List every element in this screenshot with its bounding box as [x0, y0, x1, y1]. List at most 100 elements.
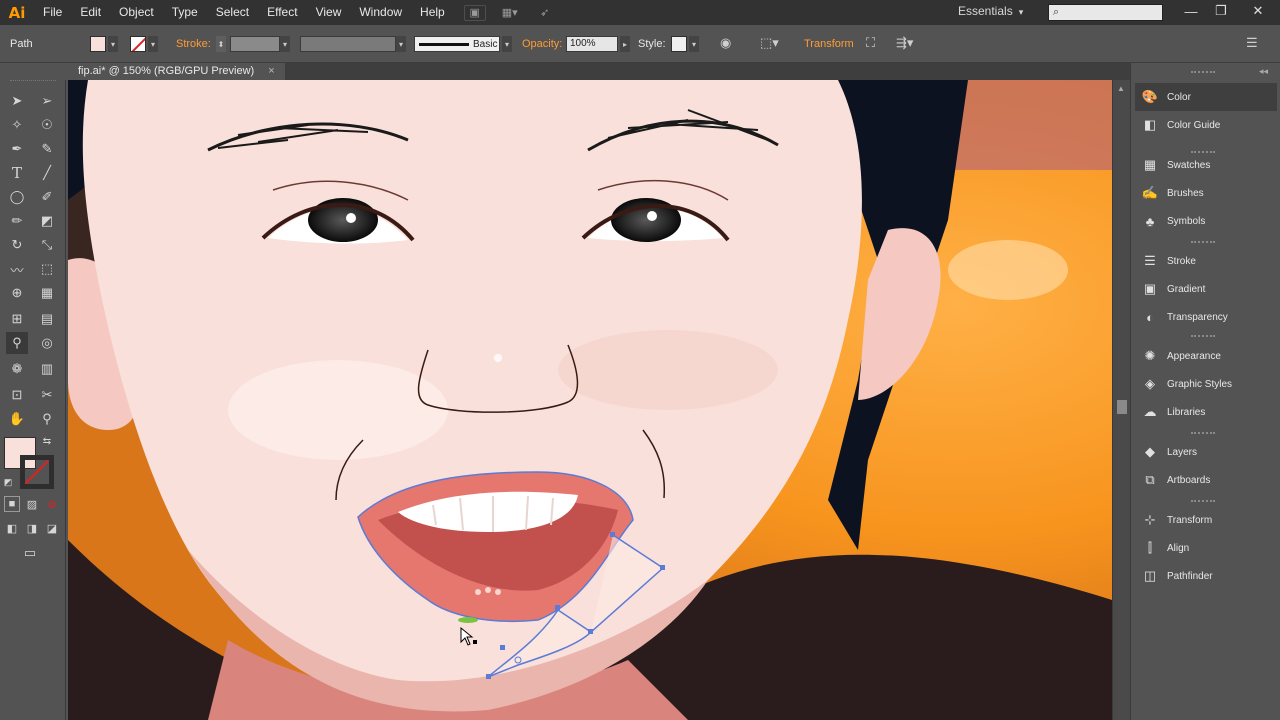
- type-tool-icon[interactable]: T: [6, 162, 28, 184]
- arrange-documents-icon[interactable]: ▦▾: [496, 5, 524, 21]
- transform-link[interactable]: Transform: [804, 38, 854, 50]
- toolbar-grip[interactable]: [10, 80, 56, 84]
- opacity-dropdown-icon[interactable]: ▸: [620, 36, 630, 52]
- brush-definition-field[interactable]: Basic: [414, 36, 500, 52]
- none-mode-icon[interactable]: ⊘: [44, 496, 60, 512]
- collapse-panels-icon[interactable]: ◂◂: [1259, 66, 1268, 77]
- eraser-tool-icon[interactable]: ◩: [36, 210, 58, 232]
- slice-tool-icon[interactable]: ✂: [36, 384, 58, 406]
- anchor-point-1[interactable]: [610, 532, 615, 537]
- artboard-tool-icon[interactable]: ⊡: [6, 384, 28, 406]
- lasso-tool-icon[interactable]: ☉: [36, 114, 58, 136]
- opacity-label[interactable]: Opacity:: [522, 38, 562, 50]
- panel-appearance[interactable]: ✺ Appearance: [1135, 342, 1277, 370]
- graphic-style-swatch[interactable]: [671, 36, 687, 52]
- variable-width-profile[interactable]: [300, 36, 396, 52]
- style-dropdown-icon[interactable]: ▾: [689, 36, 699, 52]
- warp-tool-icon[interactable]: 〰: [6, 258, 28, 280]
- close-button[interactable]: ✕: [1240, 0, 1276, 22]
- control-panel-menu-icon[interactable]: ☰: [1246, 35, 1258, 51]
- swap-fill-stroke-icon[interactable]: ⇆: [40, 434, 54, 448]
- menu-view[interactable]: View: [307, 0, 351, 25]
- stroke-color-swatch[interactable]: [130, 36, 146, 52]
- portrait-artwork[interactable]: [68, 80, 1112, 720]
- menu-edit[interactable]: Edit: [71, 0, 110, 25]
- panel-swatches[interactable]: ▦ Swatches: [1135, 151, 1277, 179]
- mesh-tool-icon[interactable]: ⊞: [6, 308, 28, 330]
- isolate-object-icon[interactable]: ⛶: [866, 35, 875, 51]
- panel-grip[interactable]: [1191, 241, 1215, 244]
- stroke-weight-dropdown-icon[interactable]: ▾: [280, 36, 290, 52]
- anchor-point-6[interactable]: [486, 674, 491, 679]
- maximize-button[interactable]: ❐: [1206, 0, 1236, 22]
- shape-builder-tool-icon[interactable]: ⊕: [6, 282, 28, 304]
- screen-mode-icon[interactable]: ▭: [18, 544, 42, 562]
- gradient-mode-icon[interactable]: ▨: [24, 496, 40, 512]
- zoom-tool-icon[interactable]: ⚲: [36, 408, 58, 430]
- menu-object[interactable]: Object: [110, 0, 163, 25]
- rotate-tool-icon[interactable]: ↻: [6, 234, 28, 256]
- panel-libraries[interactable]: ☁ Libraries: [1135, 398, 1277, 426]
- gradient-tool-icon[interactable]: ▤: [36, 308, 58, 330]
- line-tool-icon[interactable]: ╱: [36, 162, 58, 184]
- hand-tool-icon[interactable]: ✋: [6, 408, 28, 430]
- artboard-canvas[interactable]: [68, 80, 1112, 720]
- scale-tool-icon[interactable]: ⤡: [36, 234, 58, 256]
- panel-transform[interactable]: ⊹ Transform: [1135, 506, 1277, 534]
- minimize-button[interactable]: —: [1176, 0, 1206, 22]
- draw-normal-icon[interactable]: ◧: [4, 520, 20, 536]
- panel-gradient[interactable]: ▣ Gradient: [1135, 275, 1277, 303]
- selection-tool-icon[interactable]: ➤: [6, 90, 28, 112]
- anchor-point-3[interactable]: [588, 629, 593, 634]
- pencil-tool-icon[interactable]: ✏: [6, 210, 28, 232]
- draw-inside-icon[interactable]: ◪: [44, 520, 60, 536]
- panel-stroke[interactable]: ☰ Stroke: [1135, 247, 1277, 275]
- panel-align[interactable]: ⫿ Align: [1135, 534, 1277, 562]
- scroll-up-icon[interactable]: ▲: [1117, 84, 1125, 93]
- menu-effect[interactable]: Effect: [258, 0, 306, 25]
- panel-artboards[interactable]: ⧉ Artboards: [1135, 466, 1277, 494]
- brush-dropdown-icon[interactable]: ▾: [502, 36, 512, 52]
- arrange-icon[interactable]: ⇶▾: [896, 35, 913, 51]
- align-to-icon[interactable]: ⬚▾: [760, 35, 779, 51]
- panel-grip[interactable]: [1191, 71, 1215, 74]
- opacity-field[interactable]: 100%: [566, 36, 618, 52]
- stroke-weight-label[interactable]: Stroke:: [176, 38, 211, 50]
- panel-brushes[interactable]: ✍ Brushes: [1135, 179, 1277, 207]
- stroke-weight-field[interactable]: [230, 36, 280, 52]
- menu-help[interactable]: Help: [411, 0, 454, 25]
- perspective-grid-tool-icon[interactable]: ▦: [36, 282, 58, 304]
- panel-symbols[interactable]: ♣ Symbols: [1135, 207, 1277, 235]
- document-tab[interactable]: fip.ai* @ 150% (RGB/GPU Preview) ×: [68, 63, 285, 80]
- menu-window[interactable]: Window: [350, 0, 411, 25]
- recolor-artwork-icon[interactable]: ◉: [720, 35, 731, 51]
- anchor-point-2[interactable]: [660, 565, 665, 570]
- ellipse-tool-icon[interactable]: ◯: [6, 186, 28, 208]
- blend-tool-icon[interactable]: ◎: [36, 332, 58, 354]
- fill-color-swatch[interactable]: [90, 36, 106, 52]
- menu-type[interactable]: Type: [163, 0, 207, 25]
- gpu-performance-icon[interactable]: ➶: [534, 5, 556, 21]
- close-document-icon[interactable]: ×: [268, 63, 274, 80]
- panel-grip[interactable]: [1191, 500, 1215, 503]
- panel-color[interactable]: 🎨 Color: [1135, 83, 1277, 111]
- stroke-dropdown-icon[interactable]: ▾: [148, 36, 158, 52]
- draw-behind-icon[interactable]: ◨: [24, 520, 40, 536]
- panel-color-guide[interactable]: ◧ Color Guide: [1135, 111, 1277, 139]
- stroke-weight-stepper[interactable]: ⬍: [216, 36, 226, 52]
- panel-pathfinder[interactable]: ◫ Pathfinder: [1135, 562, 1277, 590]
- panel-grip[interactable]: [1191, 335, 1215, 338]
- eyedropper-tool-icon[interactable]: ⚲: [6, 332, 28, 354]
- magic-wand-tool-icon[interactable]: ✧: [6, 114, 28, 136]
- paintbrush-tool-icon[interactable]: ✐: [36, 186, 58, 208]
- bridge-icon[interactable]: ▣: [463, 4, 486, 21]
- vertical-scrollbar[interactable]: ▲: [1112, 80, 1130, 720]
- panel-layers[interactable]: ◆ Layers: [1135, 438, 1277, 466]
- symbol-sprayer-tool-icon[interactable]: ❁: [6, 358, 28, 380]
- curvature-tool-icon[interactable]: ✎: [36, 138, 58, 160]
- search-help-input[interactable]: ⌕: [1048, 4, 1163, 21]
- pen-tool-icon[interactable]: ✒: [6, 138, 28, 160]
- stroke-color-box[interactable]: [20, 455, 54, 489]
- free-transform-tool-icon[interactable]: ⬚: [36, 258, 58, 280]
- direct-selection-tool-icon[interactable]: ➢: [36, 90, 58, 112]
